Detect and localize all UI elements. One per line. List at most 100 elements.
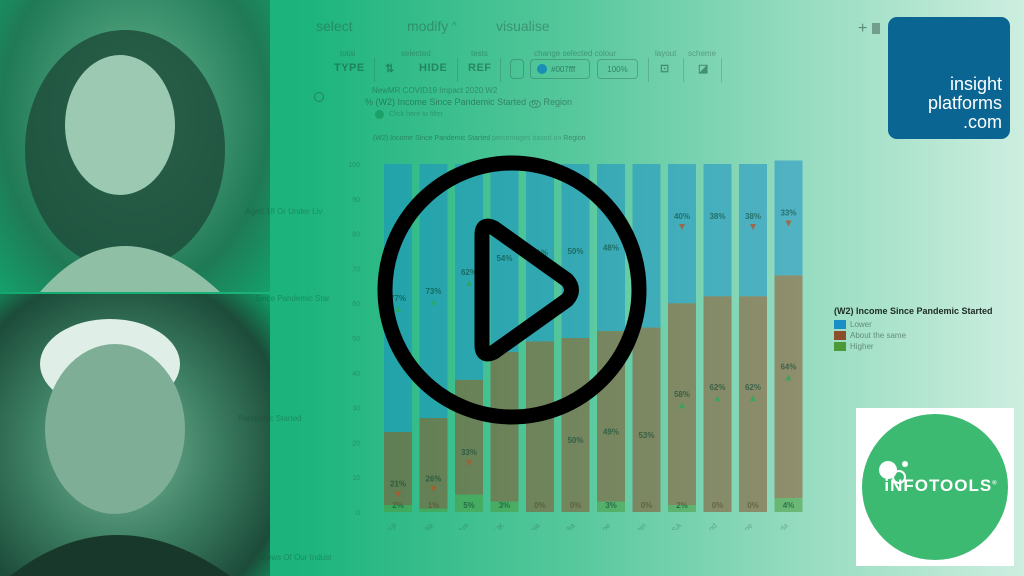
group-label-total: total [340,49,356,58]
filter-link[interactable]: Click here to filter [375,110,443,119]
x-tick-label: Spain [628,521,648,530]
y-tick-label: 50 [352,336,360,343]
y-tick-label: 60 [352,301,360,308]
divider [374,58,375,82]
y-tick-label: 30 [352,406,360,413]
data-label: 5% [463,501,475,510]
brand-line: platforms [927,93,1002,113]
divider [457,58,458,82]
group-label-layout: layout [655,49,677,58]
side-item[interactable]: Views Of Our Indust [260,553,331,562]
logo-text: iNFOTOOLS [884,476,993,495]
colour-picker[interactable]: #007fff [530,59,590,79]
bar-segment-about-the-same [739,296,767,512]
play-triangle-icon [474,218,579,362]
divider [721,58,722,82]
ref-button[interactable]: REF [468,62,492,74]
insight-platforms-logo: insight platforms .com [888,17,1010,139]
legend-item[interactable]: Higher [834,341,993,352]
logo-wordmark: iNFOTOOLS® [876,476,1006,496]
filter-label: Click here to filter [389,111,444,118]
bar-segment-about-the-same [774,275,803,499]
sort-icon[interactable]: ⇅ [385,62,395,75]
legend-label: Higher [850,342,874,351]
tab-visualise[interactable]: visualise [496,18,550,34]
y-tick-label: 70 [352,266,360,273]
divider [500,58,501,82]
side-item[interactable]: Pandemic Started [238,414,302,423]
group-label-scheme: scheme [688,49,717,58]
play-button[interactable] [362,140,662,440]
bar-segment-lower [703,164,732,297]
y-tick-label: 100 [348,162,360,169]
top-right-icons: + [858,20,880,38]
legend-item[interactable]: Lower [834,319,993,330]
subtitle-variable: (W2) Income Since Pandemic Started [375,97,527,107]
y-tick-label: 10 [352,475,360,482]
data-label: 64% [780,362,796,371]
brand-line: .com [962,112,1002,132]
data-label: 33% [461,448,477,457]
chevron-up-icon[interactable]: ^ [452,21,457,32]
subtitle-prefix: % [365,97,374,107]
data-label: 33% [780,209,796,218]
y-tick-label: 40 [352,371,360,378]
hide-button[interactable]: HIDE [419,62,447,74]
radio-button[interactable] [314,92,324,102]
data-label: 40% [674,212,690,221]
brand-line: insight [949,74,1002,94]
legend-item[interactable]: About the same [834,330,993,341]
x-tick-label: New Zealand [681,521,719,530]
y-tick-label: 90 [352,197,360,204]
x-tick-label: Australia [408,520,436,530]
layout-icon[interactable]: ⊡ [660,62,670,75]
colour-checkbox[interactable] [510,59,524,79]
divider [648,58,649,82]
x-tick-label: UK [492,521,506,530]
colour-swatch-icon [537,64,547,74]
registered-mark: ® [992,480,998,487]
scheme-icon[interactable]: ◪ [698,62,709,75]
data-label: 4% [783,501,795,510]
speaker-photo-top [0,0,270,292]
data-label: 3% [605,501,617,510]
chart-legend: (W2) Income Since Pandemic Started Lower… [834,306,993,352]
type-button[interactable]: TYPE [334,62,365,74]
data-label: 26% [425,474,441,483]
bar-segment-lower [668,164,696,304]
tab-modify[interactable]: modify [407,18,448,34]
divider [683,58,684,82]
person-silhouette-icon [10,319,230,576]
y-tick-label: 0 [356,510,360,517]
x-tick-label: E&S Asia [513,520,542,530]
infotools-logo: iNFOTOOLS® [856,408,1014,566]
legend-label: Lower [850,320,872,329]
y-tick-label: 80 [352,232,360,239]
data-label: 21% [390,480,406,489]
x-tick-label: S&E Europe [577,521,613,530]
data-label: 3% [499,501,511,510]
study-name: NewMR COVID19 Impact 2020 W2 [372,86,498,95]
tab-select[interactable]: select [316,18,353,34]
person-silhouette-icon [25,30,225,292]
x-tick-label: India [559,520,577,530]
x-tick-label: N&W Europe [717,521,754,530]
legend-swatch [834,320,846,329]
x-tick-label: Africa, MEP [365,521,399,530]
opacity-input[interactable]: 100% [597,59,638,79]
plus-icon [375,110,384,119]
data-label: 58% [674,390,690,399]
x-tick-label: Canada [765,520,791,530]
group-label-tests: tests [471,49,488,58]
group-label-colour: change selected colour [534,49,617,58]
legend-title: (W2) Income Since Pandemic Started [834,306,993,316]
legend-label: About the same [850,331,907,340]
data-label: 38% [745,212,761,221]
add-icon[interactable]: + [858,20,867,37]
group-label-selected: selected [401,49,431,58]
subtitle-region: Region [543,97,572,107]
excel-icon[interactable] [871,23,880,35]
by-badge: by [528,100,541,108]
y-tick-label: 20 [352,440,360,447]
data-label: 62% [745,383,761,392]
